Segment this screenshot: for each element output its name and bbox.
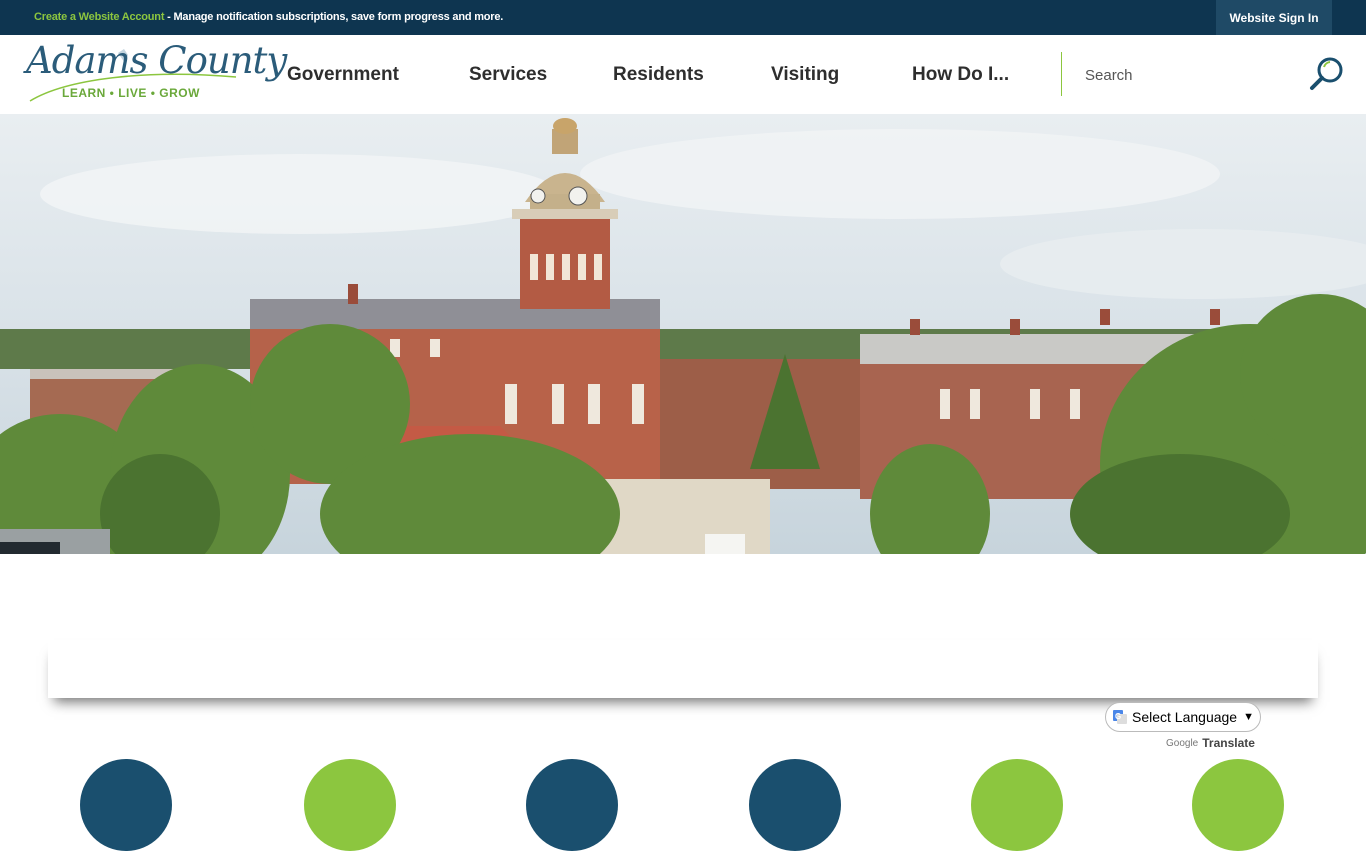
courthouse-photo xyxy=(0,114,1366,554)
nav-visiting[interactable]: Visiting xyxy=(771,35,839,114)
quick-link-circle-6[interactable] xyxy=(1192,759,1284,851)
nav-services[interactable]: Services xyxy=(469,35,547,114)
nav-government[interactable]: Government xyxy=(287,35,399,114)
svg-text:G: G xyxy=(1115,712,1121,721)
google-translate-icon: G xyxy=(1113,710,1127,724)
nav-residents[interactable]: Residents xyxy=(613,35,704,114)
quick-link-circle-1[interactable] xyxy=(80,759,172,851)
search-icon[interactable] xyxy=(1308,55,1346,93)
content-shadow-band xyxy=(48,640,1318,698)
top-notification-bar: Create a Website Account - Manage notifi… xyxy=(0,0,1366,35)
quick-link-circle-4[interactable] xyxy=(749,759,841,851)
quick-link-circle-2[interactable] xyxy=(304,759,396,851)
google-label: Google xyxy=(1166,737,1199,749)
nav-how-do-i[interactable]: How Do I... xyxy=(912,35,1009,114)
search-input[interactable] xyxy=(1075,60,1295,90)
quick-link-circle-3[interactable] xyxy=(526,759,618,851)
website-sign-in-button[interactable]: Website Sign In xyxy=(1216,0,1332,35)
logo-title: Adams County xyxy=(26,39,287,82)
site-header: Adams County LEARN • LIVE • GROW Governm… xyxy=(0,35,1366,114)
select-language-dropdown[interactable]: G Select Language ▼ xyxy=(1105,702,1261,732)
chevron-down-icon: ▼ xyxy=(1243,711,1254,723)
hero-image-courthouse xyxy=(0,114,1366,554)
logo-tagline: LEARN • LIVE • GROW xyxy=(62,86,200,100)
adams-county-logo[interactable]: Adams County LEARN • LIVE • GROW xyxy=(26,39,287,109)
account-message: Create a Website Account - Manage notifi… xyxy=(34,11,503,23)
search-divider xyxy=(1061,52,1062,96)
create-account-link[interactable]: Create a Website Account xyxy=(34,11,164,23)
powered-by-google-translate: Google Translate xyxy=(1166,736,1255,750)
select-language-label: Select Language xyxy=(1132,709,1238,725)
quick-link-circle-5[interactable] xyxy=(971,759,1063,851)
account-message-text: - Manage notification subscriptions, sav… xyxy=(164,11,504,23)
translate-link[interactable]: Translate xyxy=(1202,736,1255,750)
